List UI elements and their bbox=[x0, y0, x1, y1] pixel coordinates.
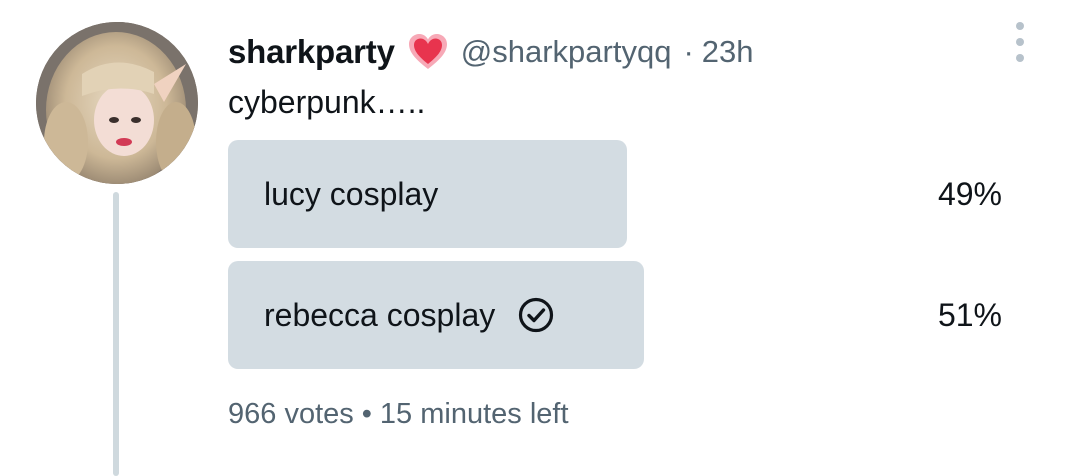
check-circle-icon bbox=[517, 296, 555, 334]
handle[interactable]: @sharkpartyqq bbox=[461, 34, 672, 70]
tweet: sharkparty @sharkpartyqq · 23h cyberpunk… bbox=[0, 0, 1080, 476]
poll-option[interactable]: lucy cosplay 49% bbox=[228, 140, 1004, 248]
poll-option-label: lucy cosplay bbox=[264, 175, 439, 212]
poll-option-percent: 49% bbox=[937, 175, 1002, 212]
more-dot bbox=[1016, 38, 1024, 46]
vote-count: 966 votes bbox=[228, 398, 354, 430]
avatar-image bbox=[36, 22, 198, 184]
avatar[interactable] bbox=[36, 22, 198, 184]
poll-option-label-container: rebecca cosplay bbox=[264, 261, 555, 369]
footer-dot: • bbox=[361, 398, 372, 430]
more-dot bbox=[1016, 54, 1024, 62]
header-separator: · bbox=[683, 34, 694, 69]
more-vertical-icon bbox=[1016, 22, 1024, 30]
poll-option-percent: 51% bbox=[937, 296, 1002, 333]
timestamp[interactable]: 23h bbox=[702, 34, 754, 70]
tweet-header: sharkparty @sharkpartyqq · 23h bbox=[228, 30, 754, 74]
thread-line bbox=[113, 192, 119, 476]
tweet-text: cyberpunk….. bbox=[228, 84, 426, 120]
poll-option[interactable]: rebecca cosplay 51% bbox=[228, 261, 1004, 369]
more-options-button[interactable] bbox=[1008, 22, 1032, 62]
heart-icon bbox=[407, 33, 449, 71]
display-name[interactable]: sharkparty bbox=[228, 33, 395, 71]
time-left: 15 minutes left bbox=[379, 398, 569, 430]
poll-footer: 966 votes • 15 minutes left bbox=[228, 398, 569, 431]
poll-option-label: rebecca cosplay bbox=[264, 296, 496, 333]
